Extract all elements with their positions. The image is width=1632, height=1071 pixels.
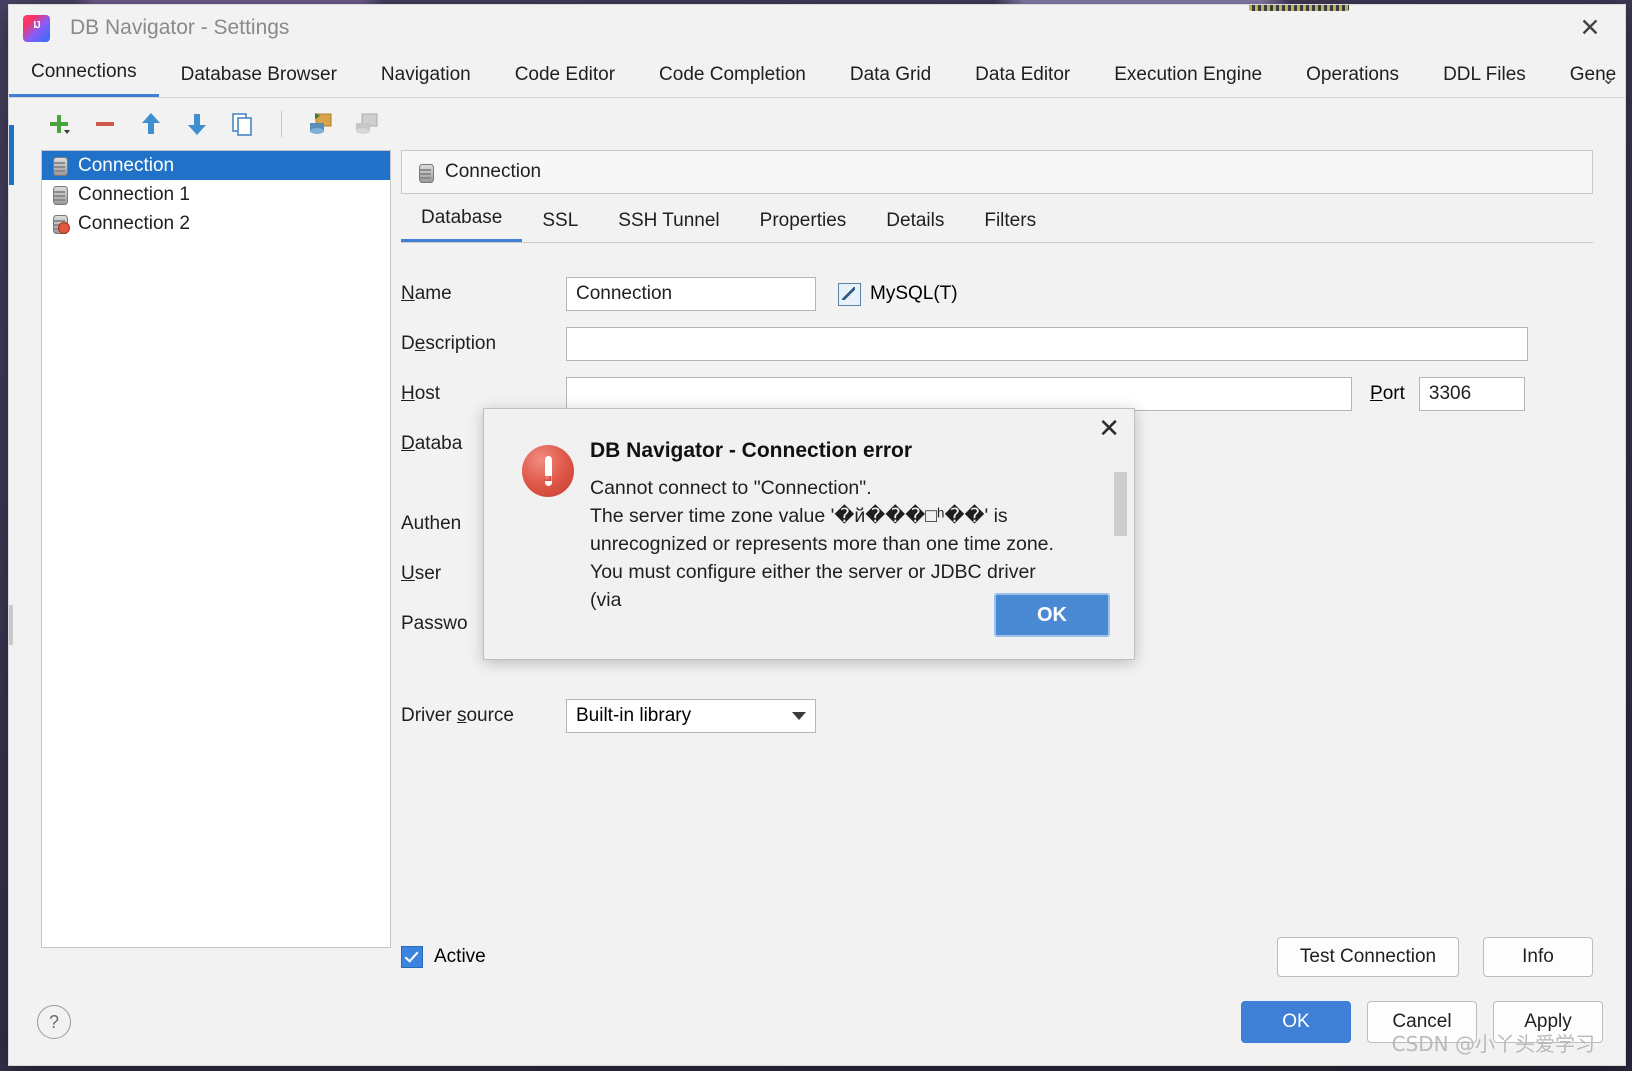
active-label: Active — [434, 946, 486, 967]
list-item[interactable]: Connection — [42, 151, 390, 180]
tab-execution-engine[interactable]: Execution Engine — [1092, 64, 1284, 97]
subtab-details[interactable]: Details — [866, 210, 964, 242]
info-button[interactable]: Info — [1483, 937, 1593, 977]
subtab-database[interactable]: Database — [401, 207, 523, 242]
port-input[interactable]: 3306 — [1418, 377, 1525, 411]
name-input[interactable]: Connection — [566, 277, 816, 311]
connections-toolbar — [9, 98, 1625, 150]
connection-name: Connection 1 — [78, 183, 190, 205]
subtab-ssl[interactable]: SSL — [522, 210, 598, 242]
form-row-name: Name Connection MySQL(T) — [401, 269, 1593, 319]
tab-data-editor[interactable]: Data Editor — [953, 64, 1092, 97]
dialog-action-bar: ? OK Cancel Apply CSDN @小丫头爱学习 — [9, 983, 1625, 1065]
add-icon[interactable] — [45, 110, 73, 138]
arrow-down-icon[interactable] — [183, 110, 211, 138]
test-connection-button[interactable]: Test Connection — [1277, 937, 1459, 977]
driver-source-label: Driver source — [401, 705, 514, 726]
tab-code-completion[interactable]: Code Completion — [637, 64, 828, 97]
host-input[interactable] — [566, 377, 1352, 411]
window-edge-marker — [9, 605, 13, 645]
tab-data-grid[interactable]: Data Grid — [828, 64, 953, 97]
mysql-icon — [838, 282, 861, 306]
list-item[interactable]: Connection 2 — [42, 209, 390, 238]
connection-name: Connection 2 — [78, 212, 190, 234]
connection-error-dialog: ✕ DB Navigator - Connection error Cannot… — [483, 408, 1135, 660]
driver-source-select[interactable]: Built-in library — [566, 699, 816, 733]
list-item[interactable]: Connection 1 — [42, 180, 390, 209]
intellij-logo-icon: IJ — [23, 14, 50, 42]
help-icon[interactable]: ? — [37, 1005, 71, 1039]
info-label: Info — [1522, 946, 1554, 967]
window-edge-accent — [9, 125, 14, 185]
driver-source-value: Built-in library — [576, 705, 692, 726]
error-icon — [522, 445, 574, 497]
form-footer: Active Test Connection Info — [401, 937, 1593, 977]
database-type: MySQL(T) — [838, 282, 958, 306]
host-label: Host — [401, 383, 441, 404]
active-checkbox[interactable] — [401, 946, 423, 968]
tab-operations[interactable]: Operations — [1284, 64, 1421, 97]
description-label: Description — [401, 333, 497, 354]
export-connection-icon[interactable] — [352, 110, 380, 138]
ok-label: OK — [1282, 1011, 1310, 1032]
window-title: DB Navigator - Settings — [70, 16, 290, 39]
database-icon — [50, 156, 69, 176]
title-bar: IJ DB Navigator - Settings ✕ — [9, 5, 1625, 51]
close-icon[interactable]: ✕ — [1098, 415, 1120, 441]
error-dialog-scrollbar[interactable] — [1114, 472, 1127, 586]
copy-icon[interactable] — [229, 110, 257, 138]
ok-button[interactable]: OK — [1241, 1001, 1351, 1043]
error-ok-label: OK — [1037, 603, 1067, 626]
connection-subtabs: Database SSL SSH Tunnel Properties Detai… — [401, 194, 1593, 243]
tab-connections[interactable]: Connections — [9, 61, 159, 97]
connections-list[interactable]: Connection Connection 1 Connection 2 — [41, 150, 391, 948]
description-input[interactable] — [566, 327, 1528, 361]
error-dialog-ok-button[interactable]: OK — [994, 593, 1110, 637]
chevron-down-icon — [792, 712, 806, 720]
tab-ddl-files[interactable]: DDL Files — [1421, 64, 1548, 97]
panel-header: Connection — [401, 150, 1593, 194]
arrow-up-icon[interactable] — [137, 110, 165, 138]
subtab-ssh-tunnel[interactable]: SSH Tunnel — [598, 210, 739, 242]
settings-tabstrip: Connections Database Browser Navigation … — [9, 51, 1625, 98]
import-connection-icon[interactable] — [306, 110, 334, 138]
chevron-down-icon[interactable]: ⌄ — [1602, 69, 1615, 89]
subtab-properties[interactable]: Properties — [740, 210, 867, 242]
subtab-filters[interactable]: Filters — [964, 210, 1056, 242]
logo-text: IJ — [33, 20, 40, 31]
error-dialog-title: DB Navigator - Connection error — [590, 439, 913, 462]
name-label: Name — [401, 283, 452, 304]
test-connection-label: Test Connection — [1299, 946, 1437, 967]
tab-navigation[interactable]: Navigation — [359, 64, 493, 97]
screen-edge-decoration — [1249, 5, 1349, 11]
form-row-driver-source: Driver source Built-in library — [401, 691, 1593, 741]
panel-header-title: Connection — [445, 161, 542, 182]
form-row-description: Description — [401, 319, 1593, 369]
window-close-button[interactable]: ✕ — [1573, 13, 1607, 43]
port-label: Port — [1370, 383, 1405, 404]
database-error-icon — [50, 214, 70, 234]
settings-window: IJ DB Navigator - Settings ✕ Connections… — [8, 4, 1626, 1066]
tab-database-browser[interactable]: Database Browser — [159, 64, 359, 97]
watermark: CSDN @小丫头爱学习 — [1391, 1032, 1595, 1056]
remove-icon[interactable] — [91, 110, 119, 138]
connection-name: Connection — [78, 154, 175, 176]
scrollbar-thumb[interactable] — [1114, 472, 1127, 536]
database-icon — [416, 163, 435, 183]
database-type-label: MySQL(T) — [870, 283, 958, 304]
database-icon — [50, 185, 69, 205]
tab-code-editor[interactable]: Code Editor — [493, 64, 637, 97]
toolbar-separator — [281, 111, 282, 137]
